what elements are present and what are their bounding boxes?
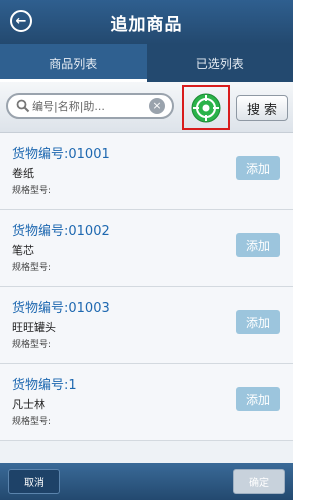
search-field[interactable]: × [6, 93, 174, 119]
tab-product-list[interactable]: 商品列表 [0, 44, 147, 82]
product-list: 货物编号:01001 卷纸 规格型号: 添加 货物编号:01002 笔芯 规格型… [0, 133, 293, 441]
crosshair-scan-icon[interactable] [190, 92, 222, 124]
item-code: 货物编号:1 [12, 378, 77, 393]
item-spec: 规格型号: [12, 263, 52, 273]
item-name: 笔芯 [12, 244, 34, 257]
footer-bar: 取消 确定 [0, 463, 293, 500]
app-screen: ← 追加商品 商品列表 已选列表 × 搜索 货物编号:01001 卷纸 规格型号… [0, 0, 293, 500]
item-name: 卷纸 [12, 167, 34, 180]
add-button[interactable]: 添加 [236, 156, 280, 180]
search-input[interactable] [30, 99, 149, 113]
cancel-button[interactable]: 取消 [8, 469, 60, 494]
item-spec: 规格型号: [12, 417, 52, 427]
search-icon [16, 99, 30, 113]
list-item: 货物编号:1 凡士林 规格型号: 添加 [0, 364, 293, 441]
item-spec: 规格型号: [12, 340, 52, 350]
search-button[interactable]: 搜索 [236, 95, 288, 121]
clear-icon[interactable]: × [149, 98, 165, 114]
header-bar: ← 追加商品 [0, 0, 293, 44]
tab-bar: 商品列表 已选列表 [0, 44, 293, 82]
page-title: 追加商品 [110, 15, 183, 35]
tab-selected-list[interactable]: 已选列表 [147, 44, 294, 82]
add-button[interactable]: 添加 [236, 310, 280, 334]
item-name: 旺旺罐头 [12, 321, 56, 334]
list-item: 货物编号:01003 旺旺罐头 规格型号: 添加 [0, 287, 293, 364]
list-item: 货物编号:01002 笔芯 规格型号: 添加 [0, 210, 293, 287]
add-button[interactable]: 添加 [236, 233, 280, 257]
item-code: 货物编号:01001 [12, 147, 110, 162]
confirm-button[interactable]: 确定 [233, 469, 285, 494]
item-code: 货物编号:01002 [12, 224, 110, 239]
add-button[interactable]: 添加 [236, 387, 280, 411]
item-name: 凡士林 [12, 398, 45, 411]
item-spec: 规格型号: [12, 186, 52, 196]
item-code: 货物编号:01003 [12, 301, 110, 316]
list-item: 货物编号:01001 卷纸 规格型号: 添加 [0, 133, 293, 210]
